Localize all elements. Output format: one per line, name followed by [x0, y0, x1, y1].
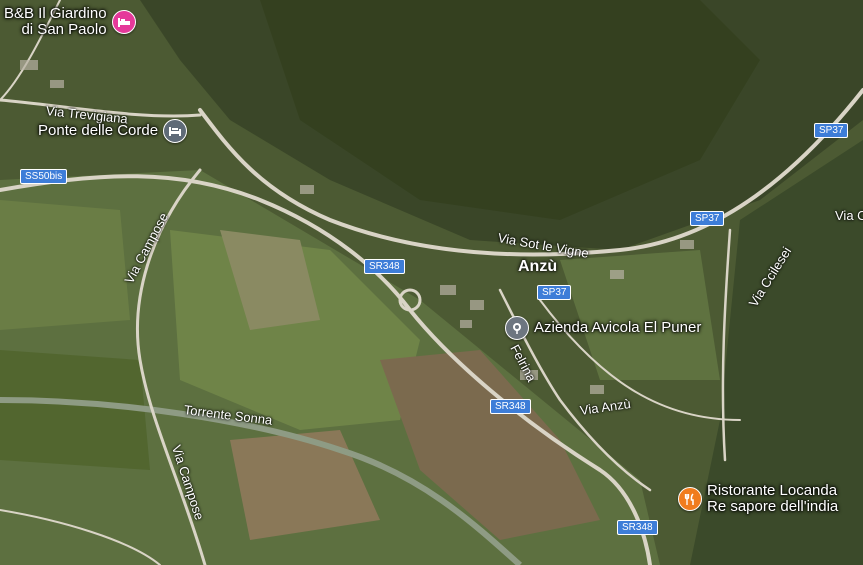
route-shield-sp37: SP37	[537, 285, 572, 300]
place-pin-icon[interactable]	[505, 316, 529, 340]
lodging-icon[interactable]	[163, 119, 188, 143]
route-shield-sr348: SR348	[364, 259, 405, 274]
poi-name: B&B Il Giardino	[4, 5, 107, 22]
poi-ristorante-locanda[interactable]: Ristorante Locanda Re sapore dell'india	[678, 483, 838, 515]
poi-bb-il-giardino[interactable]: B&B Il Giardino di San Paolo	[4, 6, 136, 38]
poi-name: Azienda Avicola El Puner	[534, 319, 702, 336]
road-label-via-c: Via C	[835, 208, 863, 223]
hotel-bed-icon[interactable]	[111, 10, 136, 34]
poi-name: Ristorante Locanda	[707, 482, 838, 499]
satellite-map[interactable]: Via Trevigiana Via Campose Via Sot le Vi…	[0, 0, 863, 565]
route-shield-sr348: SR348	[490, 399, 531, 414]
poi-azienda-avicola[interactable]: Azienda Avicola El Puner	[505, 316, 701, 340]
poi-name-line2: Re sapore dell'india	[707, 498, 839, 515]
route-shield-ss50bis: SS50bis	[20, 169, 68, 184]
route-shield-sr348: SR348	[617, 520, 658, 535]
poi-name-line2: di San Paolo	[21, 21, 107, 38]
restaurant-fork-knife-icon[interactable]	[678, 487, 702, 511]
poi-ponte-delle-corde[interactable]: Ponte delle Corde	[38, 119, 188, 143]
poi-name: Ponte delle Corde	[38, 122, 159, 139]
route-shield-sp37: SP37	[690, 211, 725, 226]
route-shield-sp37: SP37	[814, 123, 849, 138]
locality-label: Anzù	[518, 258, 558, 275]
